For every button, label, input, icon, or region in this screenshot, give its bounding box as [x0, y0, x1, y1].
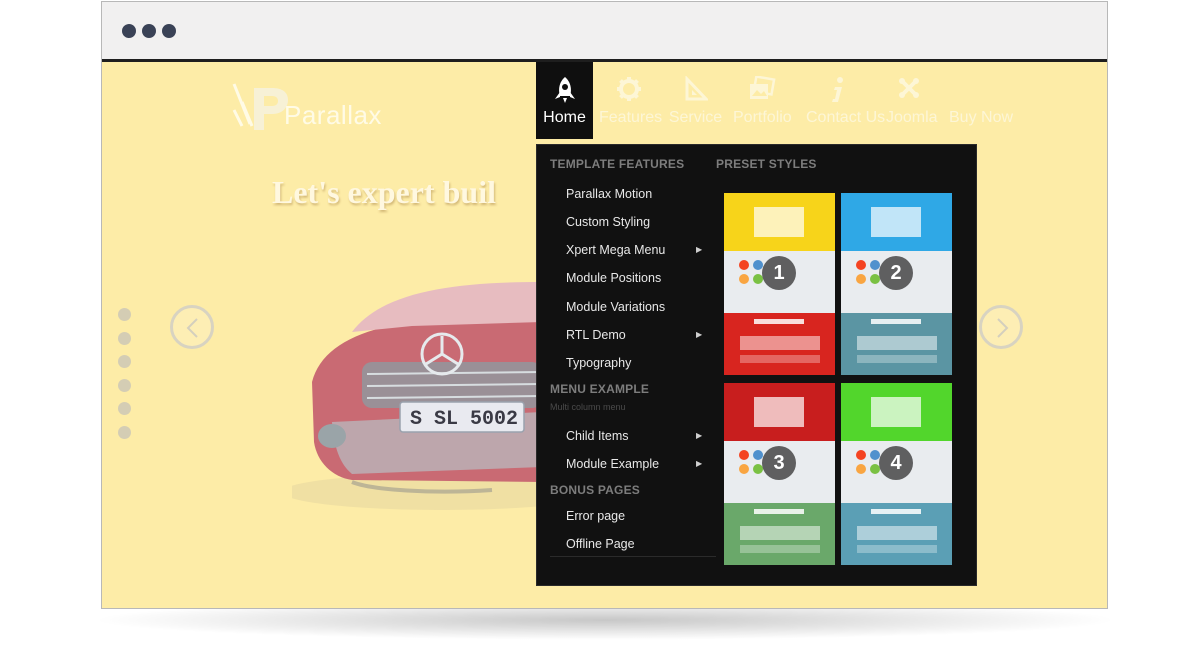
- menu-item-error-page[interactable]: Error page: [566, 509, 625, 523]
- preset-style-4[interactable]: 4: [841, 383, 952, 565]
- nav-item-home[interactable]: Home: [536, 62, 593, 139]
- chevron-right-icon: [997, 318, 1009, 338]
- slider-prev-button[interactable]: [170, 305, 214, 349]
- slider-dot[interactable]: [118, 402, 131, 415]
- slider-dot[interactable]: [118, 378, 131, 392]
- nav-label: Contact Us: [806, 109, 886, 126]
- submenu-caret-icon: ▶: [696, 245, 703, 254]
- site-viewport: Parallax Let's expert buil S SL 5002 Hom…: [102, 62, 1107, 608]
- menu-item-module-variations[interactable]: Module Variations: [566, 300, 665, 314]
- menu-item-rtl-demo[interactable]: RTL Demo: [566, 328, 626, 342]
- menu-divider: [550, 556, 716, 557]
- menu-item-module-positions[interactable]: Module Positions: [566, 271, 661, 285]
- nav-label: Home: [543, 109, 586, 126]
- slider-next-button[interactable]: [979, 305, 1023, 349]
- browser-window: Parallax Let's expert buil S SL 5002 Hom…: [101, 1, 1108, 609]
- preset-style-3[interactable]: 3: [724, 383, 835, 565]
- joomla-icon: [899, 78, 919, 98]
- preset-number: 4: [879, 446, 913, 480]
- nav-label: Service: [668, 109, 723, 126]
- joomla-logo-icon: [856, 260, 880, 284]
- nav-label: Features: [599, 109, 663, 126]
- logo-mark-icon: [232, 83, 288, 130]
- menu-item-child-items[interactable]: Child Items: [566, 429, 629, 443]
- nav-item-joomla[interactable]: Joomla: [886, 62, 938, 139]
- preset-number: 3: [762, 446, 796, 480]
- nav-item-portfolio[interactable]: Portfolio: [733, 62, 792, 139]
- section-subtitle-menu-example: Multi column menu: [550, 402, 626, 412]
- menu-item-typography[interactable]: Typography: [566, 356, 631, 370]
- slider-pagination: [118, 308, 131, 449]
- joomla-logo-icon: [856, 450, 880, 474]
- slider-dot[interactable]: [118, 425, 131, 439]
- chevron-left-icon: [186, 318, 198, 338]
- license-plate-text: S SL 5002: [410, 408, 518, 431]
- preset-number: 2: [879, 256, 913, 290]
- joomla-logo-icon: [739, 450, 763, 474]
- mega-menu-dropdown: TEMPLATE FEATURES PRESET STYLES Parallax…: [536, 144, 977, 586]
- hero-headline: Let's expert buil: [272, 174, 496, 210]
- slider-dot[interactable]: [118, 355, 131, 368]
- joomla-logo-icon: [739, 260, 763, 284]
- nav-item-buy-now[interactable]: Buy Now: [949, 62, 1014, 139]
- section-title-template-features: TEMPLATE FEATURES: [550, 157, 685, 171]
- section-title-preset-styles: PRESET STYLES: [716, 157, 817, 171]
- section-title-menu-example: MENU EXAMPLE: [550, 382, 650, 396]
- submenu-caret-icon: ▶: [696, 459, 703, 468]
- window-control-dot[interactable]: [162, 24, 176, 38]
- info-icon: [832, 77, 843, 102]
- menu-item-xpert-mega-menu[interactable]: Xpert Mega Menu: [566, 243, 665, 257]
- nav-item-features[interactable]: Features: [599, 62, 663, 139]
- logo-text: Parallax: [284, 100, 382, 130]
- window-titlebar: [102, 2, 1107, 62]
- preset-style-2[interactable]: 2: [841, 193, 952, 375]
- nav-label: Buy Now: [949, 109, 1014, 126]
- slider-dot[interactable]: [118, 308, 131, 321]
- photos-icon: [750, 76, 776, 99]
- set-square-icon: [685, 76, 708, 101]
- preset-style-1[interactable]: 1: [724, 193, 835, 375]
- rocket-icon: [554, 77, 575, 103]
- slider-dot[interactable]: [118, 331, 131, 345]
- nav-label: Portfolio: [733, 109, 792, 126]
- window-control-dot[interactable]: [142, 24, 156, 38]
- gear-icon: [617, 77, 641, 101]
- section-title-bonus-pages: BONUS PAGES: [550, 483, 640, 497]
- nav-item-service[interactable]: Service: [668, 62, 723, 139]
- nav-label: Joomla: [886, 109, 938, 126]
- menu-item-offline-page[interactable]: Offline Page: [566, 537, 635, 551]
- nav-item-contact-us[interactable]: Contact Us: [806, 62, 886, 139]
- menu-item-module-example[interactable]: Module Example: [566, 457, 659, 471]
- submenu-caret-icon: ▶: [696, 330, 703, 339]
- window-control-dot[interactable]: [122, 24, 136, 38]
- menu-item-custom-styling[interactable]: Custom Styling: [566, 215, 650, 229]
- submenu-caret-icon: ▶: [696, 431, 703, 440]
- preset-number: 1: [762, 256, 796, 290]
- menu-item-parallax-motion[interactable]: Parallax Motion: [566, 187, 652, 201]
- car-image: S SL 5002: [292, 282, 542, 510]
